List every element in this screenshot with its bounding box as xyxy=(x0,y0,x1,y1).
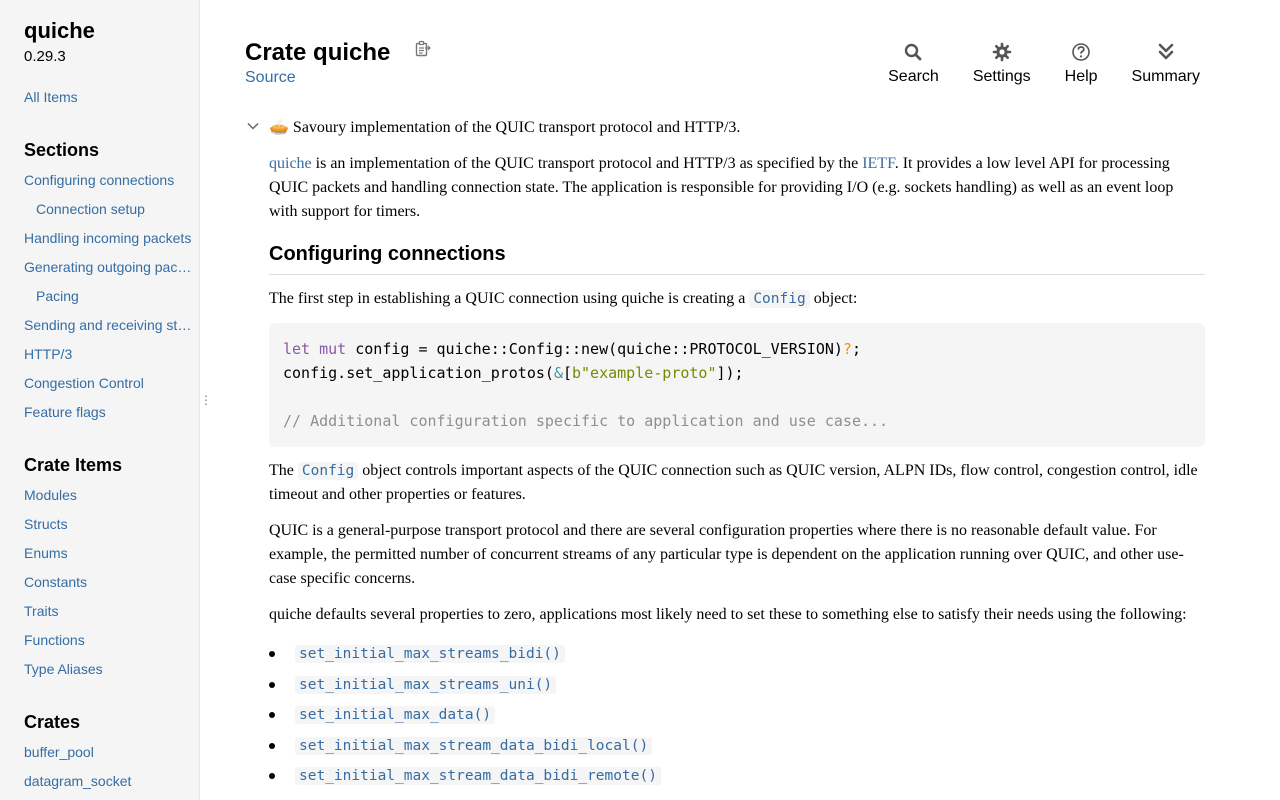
section-heading-configuring-connections[interactable]: Configuring connections xyxy=(269,241,1205,275)
toolbar: Search Settings Help Summary xyxy=(854,42,1200,87)
gear-icon xyxy=(992,42,1012,62)
quiche-link[interactable]: quiche xyxy=(269,155,312,172)
sidebar-section-link[interactable]: Handling incoming packets xyxy=(24,224,192,253)
code-comment: // Additional configuration specific to … xyxy=(283,412,889,430)
sidebar-sections-heading[interactable]: Sections xyxy=(24,138,199,162)
config-text-1: The xyxy=(269,462,298,479)
sidebar-all-items-link[interactable]: All Items xyxy=(24,83,192,112)
code-keyword: let xyxy=(283,340,311,358)
sidebar-section-link[interactable]: Configuring connections xyxy=(24,166,192,195)
sidebar-crate-name[interactable]: quiche xyxy=(24,18,199,44)
main-heading: Crate quiche Source xyxy=(245,38,432,87)
code-string: b"example-proto" xyxy=(572,364,717,382)
help-button[interactable]: Help xyxy=(1065,42,1098,87)
code-keyword: mut xyxy=(319,340,347,358)
sidebar-crate-item-link[interactable]: Modules xyxy=(24,481,192,510)
function-list: set_initial_max_streams_bidi() set_initia… xyxy=(269,639,1205,792)
sidebar-section-link[interactable]: Feature flags xyxy=(24,398,192,427)
sidebar-crate-item-link[interactable]: Type Aliases xyxy=(24,655,192,684)
help-icon xyxy=(1072,43,1090,61)
function-link[interactable]: set_initial_max_stream_data_bidi_remote(… xyxy=(295,767,661,785)
config-link[interactable]: Config xyxy=(297,462,359,480)
sidebar-crate-version: 0.29.3 xyxy=(24,48,66,65)
config-link[interactable]: Config xyxy=(749,290,810,308)
collapse-toggle-icon[interactable] xyxy=(245,118,261,134)
sidebar-crates-heading: Crates xyxy=(24,712,81,732)
first-step-text-2: object: xyxy=(809,290,858,307)
intro-paragraph: quiche is an implementation of the QUIC … xyxy=(269,152,1205,224)
page-title: Crate quiche xyxy=(245,39,391,66)
sidebar-section-link[interactable]: Connection setup xyxy=(24,195,192,224)
list-item: set_initial_max_stream_data_bidi_remote(… xyxy=(269,761,1205,792)
sidebar-section-link[interactable]: Congestion Control xyxy=(24,369,192,398)
first-step-text-1: The first step in establishing a QUIC co… xyxy=(269,290,750,307)
code-text: ]); xyxy=(716,364,744,382)
intro-text-1: is an implementation of the QUIC transpo… xyxy=(311,155,863,172)
search-icon xyxy=(905,43,922,61)
code-operator: & xyxy=(553,364,563,382)
copy-path-icon[interactable] xyxy=(414,40,432,58)
sidebar-crate-item-link[interactable]: Enums xyxy=(24,539,192,568)
search-button[interactable]: Search xyxy=(888,42,939,87)
list-item: set_initial_max_streams_uni() xyxy=(269,670,1205,701)
sidebar-crate-item-link[interactable]: Traits xyxy=(24,597,192,626)
code-text: ; xyxy=(851,340,861,358)
code-question-operator: ? xyxy=(842,340,852,358)
function-link[interactable]: set_initial_max_stream_data_bidi_local() xyxy=(295,736,653,755)
code-text: config.set_application_protos( xyxy=(283,364,554,382)
sidebar-section-link[interactable]: Pacing xyxy=(24,282,192,311)
sidebar-section-link[interactable]: HTTP/3 xyxy=(24,340,192,369)
code-example: let mut config = quiche::Config::new(qui… xyxy=(269,323,1205,447)
crate-summary: 🥧 Savoury implementation of the QUIC tra… xyxy=(269,119,741,136)
first-step-paragraph: The first step in establishing a QUIC co… xyxy=(269,287,1205,311)
source-link[interactable]: Source xyxy=(245,69,432,87)
sidebar-resize-handle-icon[interactable]: ⋮ xyxy=(200,392,212,408)
ietf-link[interactable]: IETF xyxy=(862,155,895,172)
sidebar-sections-list: Configuring connections Connection setup H… xyxy=(24,166,199,427)
code-text: config = quiche::Config::new(quiche::PRO… xyxy=(346,340,843,358)
sidebar-crate-link[interactable]: buffer_pool xyxy=(24,738,192,767)
sidebar-crate-item-link[interactable]: Functions xyxy=(24,626,192,655)
sidebar-crate-item-link[interactable]: Structs xyxy=(24,510,192,539)
sidebar-crate-items-heading[interactable]: Crate Items xyxy=(24,453,199,477)
config-paragraph: The Config object controls important asp… xyxy=(269,459,1205,507)
summary-button[interactable]: Summary xyxy=(1132,42,1200,87)
double-chevron-down-icon xyxy=(1158,43,1174,60)
config-text-2: object controls important aspects of the… xyxy=(269,462,1198,503)
sidebar-crate-link[interactable]: datagram_socket xyxy=(24,767,192,796)
settings-label: Settings xyxy=(972,68,1031,85)
function-link[interactable]: set_initial_max_data() xyxy=(295,706,496,724)
list-item: set_initial_max_streams_bidi() xyxy=(269,639,1205,670)
list-item: set_initial_max_data() xyxy=(269,700,1205,731)
code-text: [ xyxy=(562,364,572,382)
search-label: Search xyxy=(888,68,939,85)
function-link[interactable]: set_initial_max_streams_bidi() xyxy=(295,645,565,663)
sidebar-section-link[interactable]: Generating outgoing packets xyxy=(24,253,192,282)
crate-docblock: 🥧 Savoury implementation of the QUIC tra… xyxy=(247,116,1205,792)
help-label: Help xyxy=(1064,68,1098,85)
settings-button[interactable]: Settings xyxy=(973,42,1031,87)
quic-paragraph: QUIC is a general-purpose transport prot… xyxy=(269,522,1184,587)
main-content: Crate quiche Source Search Settings Help… xyxy=(245,0,1205,800)
sidebar-crate-item-link[interactable]: Constants xyxy=(24,568,192,597)
function-link[interactable]: set_initial_max_streams_uni() xyxy=(295,675,557,694)
defaults-paragraph: quiche defaults several properties to ze… xyxy=(269,606,1187,623)
sidebar-crates-list: buffer_pool datagram_socket xyxy=(24,738,199,796)
list-item: set_initial_max_stream_data_bidi_local() xyxy=(269,731,1205,762)
sidebar-crate-items-list: Modules Structs Enums Constants Traits Functi… xyxy=(24,481,199,684)
sidebar-section-link[interactable]: Sending and receiving stream data xyxy=(24,311,192,340)
sidebar: quiche 0.29.3 All Items Sections Configu… xyxy=(0,0,200,800)
summary-label: Summary xyxy=(1131,68,1200,85)
